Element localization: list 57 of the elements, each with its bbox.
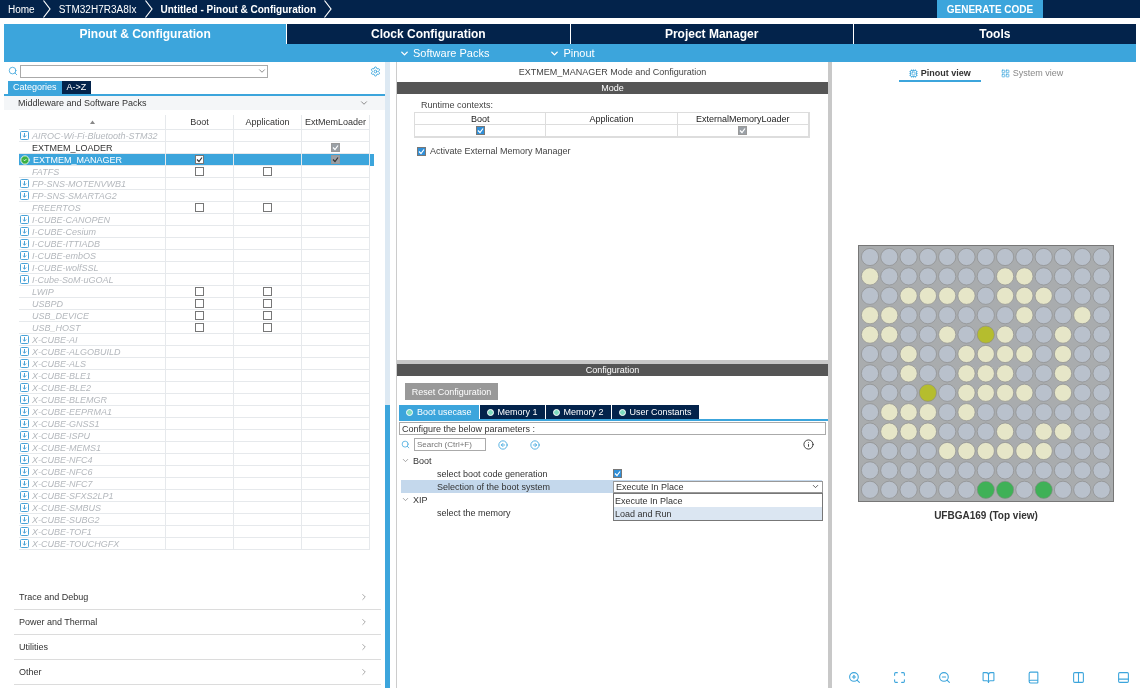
pack-name: X-CUBE-NFC7	[32, 478, 93, 489]
pack-name: I-Cube-SoM-uGOAL	[32, 274, 114, 285]
pack-name: FP-SNS-SMARTAG2	[32, 190, 117, 201]
pack-name: USB_DEVICE	[32, 310, 90, 321]
pack-name: X-CUBE-NFC6	[32, 466, 93, 477]
panel-title: EXTMEM_MANAGER Mode and Configuration	[517, 66, 708, 79]
group-title: XIP	[413, 494, 428, 505]
column-header: ExtMemLoader	[302, 115, 370, 130]
parameter-label: Selection of the boot system	[436, 481, 552, 492]
pack-name: I-CUBE-ITTIADB	[32, 238, 100, 249]
category-title: Trace and Debug	[19, 592, 89, 602]
group-title: Boot	[413, 455, 432, 466]
pack-name: I-CUBE-wolfSSL	[32, 262, 99, 273]
pack-name: EXTMEM_LOADER	[32, 142, 113, 153]
section-header: Mode	[397, 82, 828, 94]
pack-name: X-CUBE-TOF1	[32, 526, 92, 537]
pack-name: FREERTOS	[32, 202, 81, 213]
description-field: Configure the below parameters :	[399, 422, 826, 435]
checkbox-label: Activate External Memory Manager	[430, 146, 571, 156]
column-header: ExternalMemoryLoader	[677, 113, 809, 125]
pack-name: X-CUBE-ALGOBUILD	[32, 346, 121, 357]
section-header: Configuration	[397, 364, 828, 376]
column-header: Boot	[166, 115, 234, 130]
pack-name: X-CUBE-BLEMGR	[32, 394, 107, 405]
pack-name: X-CUBE-SFXS2LP1	[32, 490, 114, 501]
category-title: Utilities	[19, 642, 48, 652]
pack-name: X-CUBE-MEMS1	[32, 442, 101, 453]
pack-name: FP-SNS-MOTENVWB1	[32, 178, 126, 189]
pack-name: USBPD	[32, 298, 63, 309]
pack-name: X-CUBE-SMBUS	[32, 502, 101, 513]
pack-name: USB_HOST	[32, 322, 81, 333]
pack-name: X-CUBE-NFC4	[32, 454, 93, 465]
pack-name: X-CUBE-SUBG2	[32, 514, 100, 525]
column-header: Boot	[415, 113, 547, 125]
pack-name: FATFS	[32, 166, 60, 177]
pack-name: I-CUBE-Cesium	[32, 226, 96, 237]
pack-name: LWIP	[32, 286, 54, 297]
pack-name: X-CUBE-BLE2	[32, 382, 92, 393]
column-header: Application	[234, 115, 302, 130]
package-label: UFBGA169 (Top view)	[934, 509, 1038, 521]
pack-name: X-CUBE-BLE1	[32, 370, 92, 381]
pack-name: I-CUBE-embOS	[32, 250, 96, 261]
category-title: Other	[19, 667, 42, 677]
pack-name: X-CUBE-TOUCHGFX	[32, 538, 120, 549]
pack-name: X-CUBE-AI	[32, 334, 78, 345]
category-title: Power and Thermal	[19, 617, 98, 627]
column-header: Application	[546, 113, 678, 125]
pack-name: EXTMEM_MANAGER	[33, 154, 122, 165]
pack-name: X-CUBE-EEPRMA1	[32, 406, 112, 417]
pack-name: AIROC-Wi-Fi-Bluetooth-STM32	[32, 130, 158, 141]
runtime-label: Runtime contexts:	[420, 99, 495, 110]
pack-name: I-CUBE-CANOPEN	[32, 214, 110, 225]
pack-name: X-CUBE-ISPU	[32, 430, 90, 441]
parameter-label: select boot code generation	[436, 468, 549, 479]
category-title: Middleware and Software Packs	[18, 98, 147, 108]
pack-name: X-CUBE-GNSS1	[32, 418, 100, 429]
pack-name: X-CUBE-ALS	[32, 358, 86, 369]
